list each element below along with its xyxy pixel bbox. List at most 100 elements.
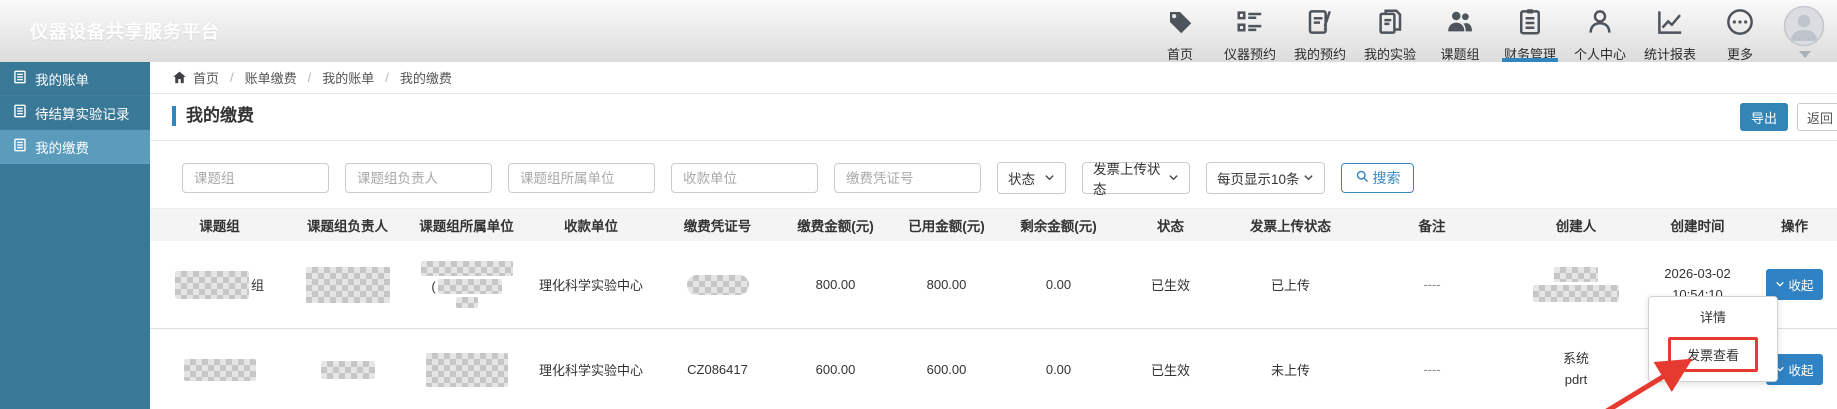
document-list-icon: [13, 138, 27, 155]
payments-table: 课题组 课题组负责人 课题组所属单位 收款单位 缴费凭证号 缴费金额(元) 已用…: [150, 208, 1837, 409]
cell-creator: 系统pdrt: [1509, 329, 1643, 409]
sidebar-item-label: 待结算实验记录: [35, 103, 130, 123]
app-title: 仪器设备共享服务平台: [30, 18, 220, 44]
nav-label: 我的预约: [1294, 44, 1346, 63]
back-button[interactable]: 返回: [1797, 103, 1837, 131]
cell-remaining: 0.00: [1002, 329, 1115, 409]
breadcrumb-current: 我的缴费: [400, 68, 452, 87]
nav-label: 统计报表: [1644, 44, 1696, 63]
export-button[interactable]: 导出: [1740, 103, 1788, 131]
nav-label: 更多: [1727, 44, 1753, 63]
redacted-text: [306, 267, 390, 303]
column-header: 缴费金额(元): [780, 209, 891, 242]
breadcrumb-bill-payment[interactable]: 账单缴费: [245, 68, 297, 87]
breadcrumb-my-bills[interactable]: 我的账单: [322, 68, 374, 87]
redacted-text: [421, 261, 513, 276]
redacted-text: [456, 297, 478, 308]
cell-note: ----: [1355, 329, 1509, 409]
sidebar-item-my-bills[interactable]: 我的账单: [0, 62, 150, 96]
ellipsis-icon: [1725, 0, 1755, 42]
nav-label: 课题组: [1440, 44, 1479, 63]
redacted-text: [184, 359, 256, 381]
redacted-text: [687, 275, 749, 295]
top-header: 仪器设备共享服务平台 首页 仪器预约 我的预约 我的实验 课题组: [0, 0, 1837, 63]
user-avatar[interactable]: [1783, 5, 1829, 61]
person-icon: [1585, 0, 1615, 42]
column-header: 创建时间: [1643, 209, 1752, 242]
payee-filter-input[interactable]: [671, 163, 818, 193]
cell-status: 已生效: [1115, 329, 1226, 409]
nav-label: 首页: [1167, 44, 1193, 63]
group-unit-filter-input[interactable]: [508, 163, 655, 193]
home-icon: [172, 70, 187, 85]
nav-label: 仪器预约: [1224, 44, 1276, 63]
group-leader-filter-input[interactable]: [345, 163, 492, 193]
column-header: 课题组所属单位: [406, 209, 527, 242]
search-button[interactable]: 搜索: [1341, 163, 1414, 193]
sidebar: 我的账单 待结算实验记录 我的缴费: [0, 62, 150, 409]
chevron-down-icon: [1044, 171, 1055, 186]
cell-invoice-status: 已上传: [1226, 241, 1355, 329]
chevron-down-icon: [1168, 171, 1179, 186]
cell-used: 800.00: [891, 241, 1002, 329]
menu-item-view-invoice annotation-red-box[interactable]: 发票查看: [1668, 337, 1758, 372]
menu-item-details[interactable]: 详情: [1649, 300, 1777, 336]
sidebar-item-pending-records[interactable]: 待结算实验记录: [0, 96, 150, 130]
cell-used: 600.00: [891, 329, 1002, 409]
column-header: 操作: [1752, 209, 1837, 242]
voucher-filter-input[interactable]: [834, 163, 981, 193]
people-icon: [1445, 0, 1475, 42]
column-header: 发票上传状态: [1226, 209, 1355, 242]
filter-bar: 状态 发票上传状态 每页显示10条 搜索: [150, 148, 1837, 208]
nav-item-home[interactable]: 首页: [1145, 0, 1215, 62]
nav-item-personal-center[interactable]: 个人中心: [1565, 0, 1635, 62]
table-header-row: 课题组 课题组负责人 课题组所属单位 收款单位 缴费凭证号 缴费金额(元) 已用…: [150, 209, 1837, 242]
document-list-icon: [13, 70, 27, 87]
invoice-status-select[interactable]: 发票上传状态: [1082, 162, 1190, 194]
breadcrumb-home[interactable]: 首页: [193, 68, 219, 87]
status-select[interactable]: 状态: [997, 162, 1066, 194]
list-icon: [1235, 0, 1265, 42]
sidebar-item-my-payments[interactable]: 我的缴费: [0, 130, 150, 164]
column-header: 剩余金额(元): [1002, 209, 1115, 242]
column-header: 创建人: [1509, 209, 1643, 242]
redacted-text: [426, 353, 508, 387]
chevron-down-icon[interactable]: [1799, 51, 1811, 58]
cell-payee: 理化科学实验中心: [527, 329, 655, 409]
tag-icon: [1165, 0, 1195, 42]
cell-voucher: CZ086417: [655, 329, 780, 409]
cell-group-leader: [289, 329, 406, 409]
breadcrumb-separator: /: [230, 70, 234, 85]
cell-status: 已生效: [1115, 241, 1226, 329]
nav-label: 财务管理: [1504, 44, 1556, 63]
column-header: 课题组: [150, 209, 289, 242]
page-size-select[interactable]: 每页显示10条: [1206, 162, 1325, 194]
cell-note: ----: [1355, 241, 1509, 329]
page-title: 我的缴费: [172, 106, 254, 126]
nav-item-instrument-booking[interactable]: 仪器预约: [1215, 0, 1285, 62]
cell-group-unit: [406, 329, 527, 409]
breadcrumb-separator: /: [385, 70, 389, 85]
chevron-down-icon: [1775, 278, 1785, 292]
table-row: 组 ( 理化科学实验中心 800.00 800.00: [150, 241, 1837, 329]
redacted-text: [438, 279, 502, 294]
sidebar-item-label: 我的缴费: [35, 137, 89, 157]
nav-label: 我的实验: [1364, 44, 1416, 63]
nav-item-more[interactable]: 更多: [1705, 0, 1775, 62]
breadcrumb: 首页 / 账单缴费 / 我的账单 / 我的缴费: [150, 62, 1837, 94]
nav-item-research-group[interactable]: 课题组: [1425, 0, 1495, 62]
cell-amount: 600.00: [780, 329, 891, 409]
cell-group: [150, 329, 289, 409]
nav-item-my-experiments[interactable]: 我的实验: [1355, 0, 1425, 62]
nav-item-my-bookings[interactable]: 我的预约: [1285, 0, 1355, 62]
nav-item-statistics[interactable]: 统计报表: [1635, 0, 1705, 62]
group-filter-input[interactable]: [182, 163, 329, 193]
clipboard-icon: [1515, 0, 1545, 42]
nav-item-finance[interactable]: 财务管理: [1495, 0, 1565, 62]
search-icon: [1355, 169, 1370, 187]
column-header: 课题组负责人: [289, 209, 406, 242]
app-window: 仪器设备共享服务平台 首页 仪器预约 我的预约 我的实验 课题组: [0, 0, 1837, 409]
cell-voucher: [655, 241, 780, 329]
document-list-icon: [13, 104, 27, 121]
cell-payee: 理化科学实验中心: [527, 241, 655, 329]
